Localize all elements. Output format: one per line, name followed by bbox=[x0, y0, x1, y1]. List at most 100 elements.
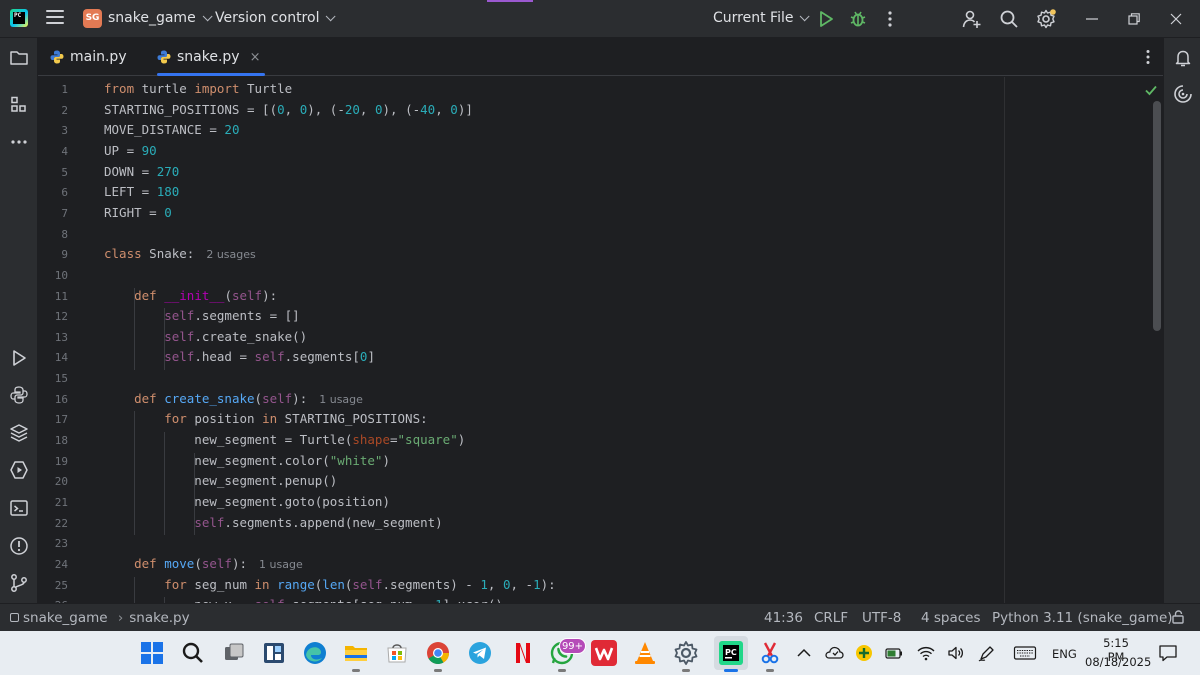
project-selector[interactable]: snake_game bbox=[108, 10, 213, 26]
breadcrumb-project[interactable]: snake_game bbox=[23, 610, 108, 626]
ai-assistant-icon[interactable] bbox=[1173, 84, 1193, 104]
settings-app-icon[interactable] bbox=[673, 640, 699, 672]
debug-icon[interactable] bbox=[848, 9, 868, 29]
code-line[interactable]: new_segment.goto(position) bbox=[104, 494, 390, 509]
edge-browser-icon[interactable] bbox=[302, 640, 328, 666]
add-user-icon[interactable] bbox=[962, 9, 982, 29]
close-window-icon[interactable] bbox=[1166, 9, 1186, 29]
minimize-window-icon[interactable] bbox=[1082, 9, 1102, 29]
git-branch-icon[interactable] bbox=[9, 573, 29, 593]
code-line[interactable]: MOVE_DISTANCE = 20 bbox=[104, 122, 239, 137]
code-line[interactable]: RIGHT = 0 bbox=[104, 205, 172, 220]
services-icon[interactable] bbox=[9, 460, 29, 480]
terminal-icon[interactable] bbox=[9, 498, 29, 518]
run-tool-icon[interactable] bbox=[9, 348, 29, 368]
task-view-icon[interactable] bbox=[221, 640, 247, 666]
file-encoding[interactable]: UTF-8 bbox=[862, 610, 901, 626]
code-line[interactable]: for position in STARTING_POSITIONS: bbox=[104, 411, 427, 426]
chevron-down-icon bbox=[326, 11, 337, 22]
pen-menu-icon[interactable] bbox=[977, 643, 997, 663]
code-line[interactable]: from turtle import Turtle bbox=[104, 81, 292, 96]
code-token: 1 bbox=[480, 576, 488, 592]
telegram-icon[interactable] bbox=[467, 640, 493, 666]
close-tab-icon[interactable]: × bbox=[250, 50, 261, 65]
usages-hint[interactable]: 2 usages bbox=[206, 248, 255, 261]
search-icon[interactable] bbox=[999, 9, 1019, 29]
input-language[interactable]: ENG bbox=[1052, 647, 1077, 661]
code-token: Snake: bbox=[141, 246, 195, 262]
tab-snake-py[interactable]: snake.py × bbox=[157, 38, 265, 76]
problems-icon[interactable] bbox=[9, 536, 29, 556]
chrome-icon[interactable] bbox=[425, 640, 451, 672]
code-line[interactable]: for seg_num in range(len(self.segments) … bbox=[104, 576, 555, 592]
touch-keyboard-icon[interactable] bbox=[1013, 643, 1037, 663]
wps-office-icon[interactable] bbox=[591, 640, 617, 666]
code-line[interactable]: def __init__(self): bbox=[104, 288, 277, 303]
code-line[interactable]: UP = 90 bbox=[104, 143, 157, 158]
show-hidden-icons-chevron-up-icon[interactable] bbox=[794, 643, 814, 663]
windows-start-icon[interactable] bbox=[139, 640, 165, 666]
snipping-tool-icon[interactable] bbox=[757, 640, 783, 672]
code-line[interactable]: new_segment.color("white") bbox=[104, 453, 390, 468]
onedrive-cloud-icon[interactable] bbox=[824, 643, 844, 663]
notifications-bell-icon[interactable] bbox=[1173, 48, 1193, 68]
main-menu-icon[interactable] bbox=[46, 10, 64, 26]
volume-icon[interactable] bbox=[946, 643, 966, 663]
tray-app-icon[interactable] bbox=[854, 643, 874, 663]
restore-window-icon[interactable] bbox=[1124, 9, 1144, 29]
indent-setting[interactable]: 4 spaces bbox=[921, 610, 981, 626]
widgets-icon[interactable] bbox=[261, 640, 287, 666]
run-icon[interactable] bbox=[816, 9, 836, 29]
usages-hint[interactable]: 1 usage bbox=[259, 558, 303, 571]
code-line[interactable]: self.head = self.segments[0] bbox=[104, 349, 375, 364]
code-line[interactable]: STARTING_POSITIONS = [(0, 0), (-20, 0), … bbox=[104, 102, 473, 117]
python-interpreter[interactable]: Python 3.11 (snake_game) bbox=[992, 610, 1173, 626]
version-control-menu[interactable]: Version control bbox=[215, 10, 337, 26]
code-editor[interactable]: 1 2 3 4 5 6 7 8 9 10 11 12 13 14 15 16 17 18 19 20 21 22 23 24 2… bbox=[38, 77, 1163, 603]
tab-actions-icon[interactable] bbox=[1139, 48, 1157, 66]
pycharm-taskbar-icon[interactable]: PC bbox=[714, 636, 748, 672]
wifi-icon[interactable] bbox=[916, 643, 936, 663]
project-folder-icon[interactable] bbox=[9, 48, 29, 68]
python-packages-icon[interactable] bbox=[9, 423, 29, 443]
code-token: , bbox=[284, 101, 300, 117]
microsoft-store-icon[interactable] bbox=[384, 640, 410, 666]
line-number: 16 bbox=[54, 392, 68, 406]
structure-icon[interactable] bbox=[9, 95, 29, 115]
cursor-position[interactable]: 41:36 bbox=[764, 610, 803, 626]
project-badge[interactable]: SG bbox=[83, 9, 102, 28]
code-line[interactable]: LEFT = 180 bbox=[104, 184, 179, 199]
code-line[interactable]: def move(self): 1 usage bbox=[104, 556, 303, 571]
code-token: , bbox=[435, 101, 451, 117]
code-line[interactable]: DOWN = 270 bbox=[104, 164, 179, 179]
notification-center-icon[interactable] bbox=[1158, 643, 1178, 663]
breadcrumb-file[interactable]: snake.py bbox=[129, 610, 189, 626]
clock-date[interactable]: 08/18/2025 bbox=[1085, 655, 1151, 669]
vlc-icon[interactable] bbox=[632, 640, 658, 666]
tab-main-py[interactable]: main.py bbox=[50, 38, 127, 76]
unlock-icon[interactable] bbox=[1170, 609, 1186, 629]
pycharm-logo-icon[interactable]: PC bbox=[10, 9, 28, 27]
code-line[interactable]: def create_snake(self): 1 usage bbox=[104, 391, 363, 406]
code-line[interactable]: self.segments.append(new_segment) bbox=[104, 515, 442, 530]
more-actions-icon[interactable] bbox=[880, 9, 900, 29]
code-token: new_segment.goto(position) bbox=[104, 494, 390, 509]
file-explorer-icon[interactable] bbox=[343, 640, 369, 672]
python-console-icon[interactable] bbox=[9, 385, 29, 405]
code-token: ) bbox=[382, 452, 390, 468]
more-tool-windows-icon[interactable] bbox=[9, 132, 29, 152]
code-line[interactable]: new_segment.penup() bbox=[104, 473, 337, 488]
battery-charging-icon[interactable] bbox=[884, 643, 904, 663]
run-configuration-selector[interactable]: Current File bbox=[713, 10, 811, 26]
code-line[interactable]: new_segment = Turtle(shape="square") bbox=[104, 432, 465, 447]
line-number: 25 bbox=[54, 578, 68, 592]
no-problems-check-icon[interactable] bbox=[1144, 82, 1158, 96]
vertical-scrollbar[interactable] bbox=[1153, 101, 1161, 331]
netflix-icon[interactable] bbox=[508, 640, 534, 666]
line-separator[interactable]: CRLF bbox=[814, 610, 848, 626]
taskbar-search-icon[interactable] bbox=[180, 640, 206, 666]
settings-gear-icon[interactable] bbox=[1036, 9, 1056, 29]
usages-hint[interactable]: 1 usage bbox=[319, 393, 363, 406]
code-token: ( bbox=[224, 287, 232, 303]
code-line[interactable]: class Snake: 2 usages bbox=[104, 246, 256, 261]
